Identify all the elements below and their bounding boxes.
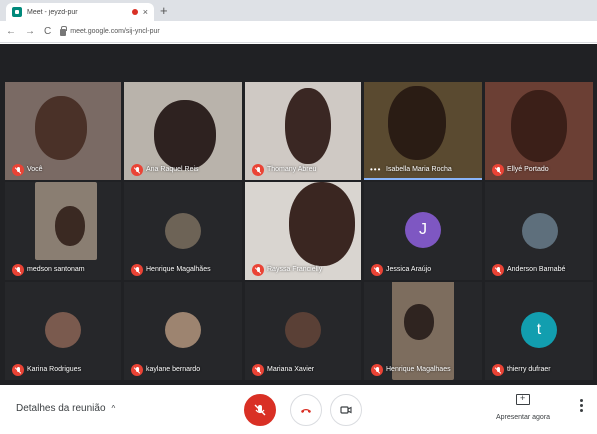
participant-name: Jessica Araújo xyxy=(386,266,432,273)
lock-icon xyxy=(60,26,68,36)
participant-name: medson santonam xyxy=(27,266,85,273)
camera-toggle-button[interactable] xyxy=(330,394,362,426)
recording-indicator-icon xyxy=(131,9,138,15)
participant-video xyxy=(55,206,85,246)
mic-off-icon xyxy=(12,364,24,376)
participant-tile[interactable]: Ana Raquel Reis xyxy=(124,82,242,180)
forward-button[interactable]: → xyxy=(25,26,35,37)
leave-call-button[interactable] xyxy=(290,394,322,426)
participant-tile-active-speaker[interactable]: ••• Isabella Maria Rocha xyxy=(364,82,482,180)
participant-name: Ana Raquel Reis xyxy=(146,166,199,173)
participant-tile[interactable]: Henrique Magalhaes xyxy=(364,282,482,380)
participant-tile[interactable]: t thierry dufraer xyxy=(485,282,593,380)
participant-name: Karina Rodrigues xyxy=(27,366,82,373)
participant-tile[interactable]: Rayssa Francielly xyxy=(245,182,361,280)
participant-name: Anderson Barnabé xyxy=(507,266,566,273)
meeting-toolbar: Detalhes da reunião ^ Apresentar agora xyxy=(0,385,597,434)
present-screen-icon xyxy=(516,393,530,405)
more-options-icon[interactable] xyxy=(580,399,583,412)
present-now-button[interactable]: Apresentar agora xyxy=(485,392,561,421)
back-button[interactable]: ← xyxy=(6,26,16,37)
participant-avatar xyxy=(285,312,321,348)
speaking-indicator-icon: ••• xyxy=(370,165,382,174)
new-tab-button[interactable]: + xyxy=(160,4,168,17)
meet-favicon-icon xyxy=(12,7,22,17)
participant-name: Henrique Magalhães xyxy=(146,266,211,273)
participant-avatar xyxy=(165,312,201,348)
participant-name: Mariana Xavier xyxy=(267,366,315,373)
meeting-details-label: Detalhes da reunião xyxy=(16,403,106,414)
tab-title: Meet - jeyzd-pur xyxy=(27,8,78,16)
participant-video xyxy=(285,88,331,164)
mic-off-icon xyxy=(252,264,264,276)
participant-video xyxy=(404,304,434,340)
hang-up-icon xyxy=(301,409,311,413)
participant-tile[interactable]: Henrique Magalhães xyxy=(124,182,242,280)
participant-avatar: t xyxy=(521,312,557,348)
participant-tile[interactable]: kaylane bernardo xyxy=(124,282,242,380)
participant-video xyxy=(35,96,87,160)
participant-tile[interactable]: J Jessica Araújo xyxy=(364,182,482,280)
participant-name: Isabella Maria Rocha xyxy=(386,166,452,173)
mic-off-icon xyxy=(12,264,24,276)
browser-tab-strip: Meet - jeyzd-pur × + xyxy=(0,0,597,21)
participant-name: Henrique Magalhaes xyxy=(386,366,451,373)
mic-off-icon xyxy=(371,364,383,376)
participant-tile[interactable]: Mariana Xavier xyxy=(245,282,361,380)
camera-icon xyxy=(340,406,352,414)
participant-tile[interactable]: medson santonam xyxy=(5,182,121,280)
present-now-label: Apresentar agora xyxy=(495,414,551,421)
omnibox[interactable]: meet.google.com/sij-yncl-pur xyxy=(60,24,591,40)
browser-tab[interactable]: Meet - jeyzd-pur × xyxy=(6,3,154,21)
participant-tile[interactable]: Ellyé Portado xyxy=(485,82,593,180)
participant-name: kaylane bernardo xyxy=(146,366,201,373)
participant-video xyxy=(154,100,216,170)
mic-off-icon xyxy=(492,164,504,176)
participant-tile[interactable]: Karina Rodrigues xyxy=(5,282,121,380)
mic-off-icon xyxy=(371,264,383,276)
reload-button[interactable]: C xyxy=(44,26,51,37)
participant-video xyxy=(289,182,355,266)
participant-tile[interactable]: Você xyxy=(5,82,121,180)
participant-avatar xyxy=(45,312,81,348)
tab-close-icon[interactable]: × xyxy=(143,7,148,17)
participant-name: thierry dufraer xyxy=(507,366,551,373)
mic-off-icon xyxy=(131,364,143,376)
participant-tile[interactable]: Anderson Barnabé xyxy=(485,182,593,280)
mic-off-icon xyxy=(12,164,24,176)
participant-avatar: J xyxy=(405,212,441,248)
browser-address-bar: ← → C meet.google.com/sij-yncl-pur xyxy=(0,21,597,43)
mic-off-icon xyxy=(252,164,264,176)
participant-tile[interactable]: Thomany Abreu xyxy=(245,82,361,180)
participant-video xyxy=(388,86,446,160)
participant-name: Você xyxy=(27,166,43,173)
participant-video xyxy=(511,90,567,162)
meeting-details-button[interactable]: Detalhes da reunião ^ xyxy=(16,403,115,414)
mic-off-icon xyxy=(254,404,266,416)
microphone-toggle-button[interactable] xyxy=(244,394,276,426)
url-text: meet.google.com/sij-yncl-pur xyxy=(70,28,160,35)
video-grid: Você Ana Raquel Reis Thomany Abreu ••• I… xyxy=(0,44,597,385)
mic-off-icon xyxy=(492,364,504,376)
active-speaker-indicator xyxy=(364,178,482,180)
mic-off-icon xyxy=(131,164,143,176)
mic-off-icon xyxy=(252,364,264,376)
chevron-up-icon: ^ xyxy=(111,404,116,413)
participant-name: Thomany Abreu xyxy=(267,166,317,173)
participant-avatar xyxy=(522,213,558,249)
participant-avatar xyxy=(165,213,201,249)
participant-name: Ellyé Portado xyxy=(507,166,549,173)
mic-off-icon xyxy=(131,264,143,276)
mic-off-icon xyxy=(492,264,504,276)
participant-name: Rayssa Francielly xyxy=(267,266,323,273)
